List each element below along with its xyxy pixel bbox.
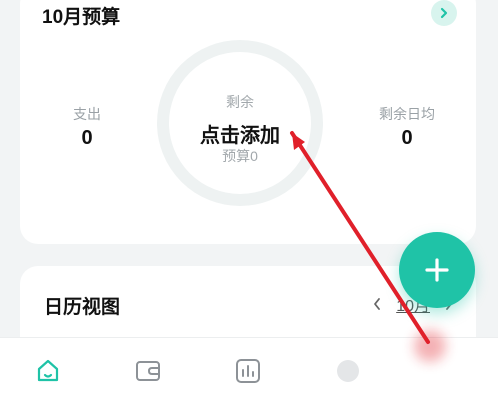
expense-label: 支出 xyxy=(73,106,101,122)
chevron-left-icon[interactable] xyxy=(372,297,382,311)
add-record-button[interactable] xyxy=(399,232,475,308)
plus-icon xyxy=(425,258,449,282)
budget-total: 预算0 xyxy=(222,148,258,164)
expense-value: 0 xyxy=(81,127,93,149)
nav-stats[interactable] xyxy=(233,356,263,386)
daily-average-stat: 剩余日均 0 xyxy=(362,104,452,150)
wallet-icon xyxy=(136,361,160,381)
remaining-label: 剩余 xyxy=(226,94,254,110)
nav-wallet[interactable] xyxy=(133,356,163,386)
nav-profile[interactable] xyxy=(333,356,363,386)
chevron-right-icon xyxy=(440,7,448,19)
home-icon xyxy=(37,359,59,382)
calendar-title: 日历视图 xyxy=(44,297,121,318)
budget-title: 10月预算 xyxy=(42,7,121,28)
bottom-nav xyxy=(0,337,498,400)
budget-detail-button[interactable] xyxy=(431,0,457,26)
add-budget-button[interactable]: 点击添加 xyxy=(170,119,310,148)
budget-card: 10月预算 支出 0 剩余 点击添加 预算0 剩余日均 0 xyxy=(20,0,476,244)
chart-icon xyxy=(236,359,260,383)
nav-home[interactable] xyxy=(33,356,63,386)
daily-average-label: 剩余日均 xyxy=(379,106,435,122)
profile-icon xyxy=(337,360,359,382)
daily-average-value: 0 xyxy=(401,127,413,149)
expense-stat: 支出 0 xyxy=(42,104,132,150)
